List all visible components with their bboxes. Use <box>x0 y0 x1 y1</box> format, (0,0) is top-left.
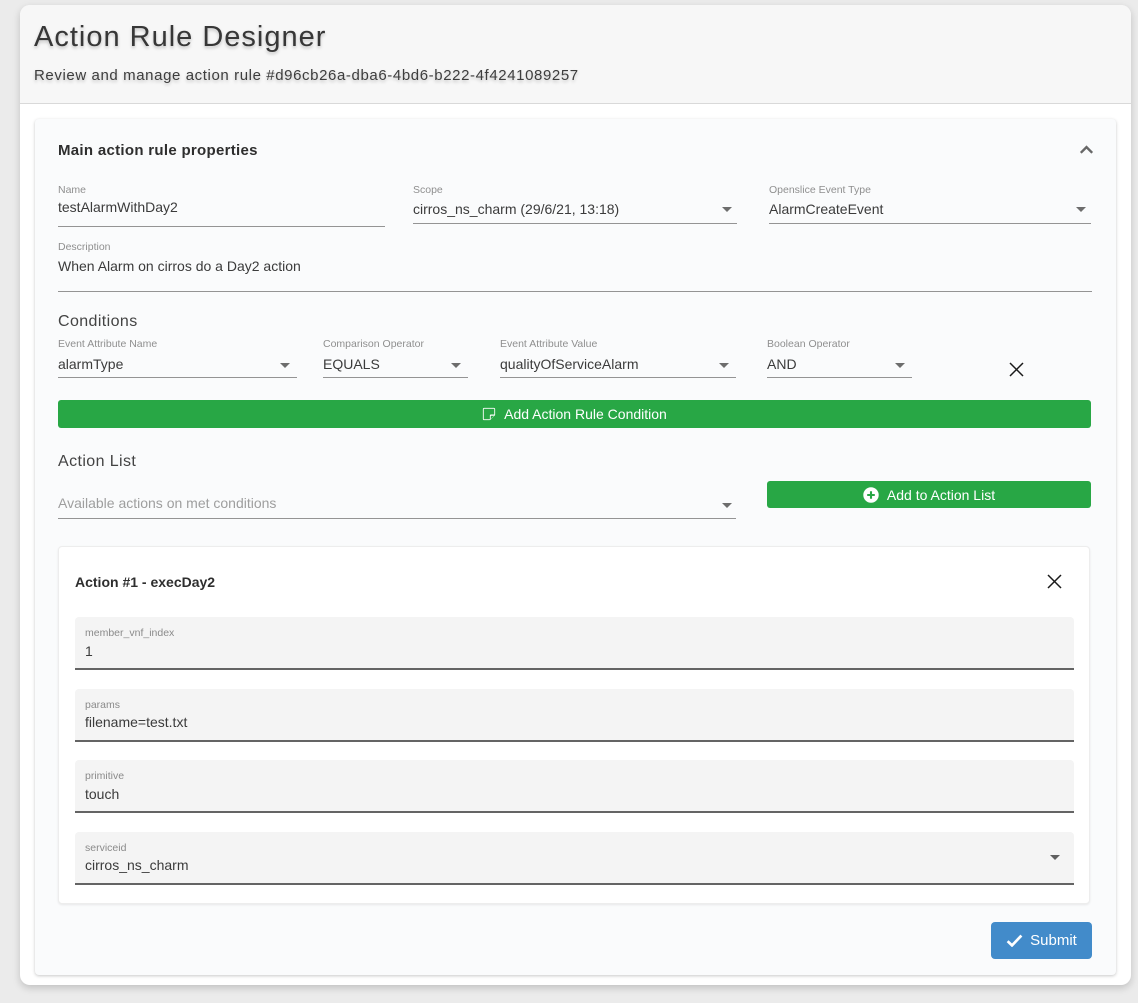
field-underline <box>58 377 297 378</box>
name-field[interactable]: Name testAlarmWithDay2 <box>58 184 385 227</box>
main-properties-card: Main action rule properties Name testAla… <box>35 119 1116 975</box>
member-vnf-index-field[interactable]: member_vnf_index 1 <box>75 617 1074 670</box>
submit-label: Submit <box>1030 932 1077 949</box>
select-arrow-icon <box>895 363 905 368</box>
openslice-event-type-value: AlarmCreateEvent <box>769 201 1091 217</box>
boolean-operator-value: AND <box>767 356 912 372</box>
remove-condition-button[interactable] <box>1009 362 1024 377</box>
event-attribute-value-label: Event Attribute Value <box>500 338 736 350</box>
serviceid-value: cirros_ns_charm <box>85 857 1064 873</box>
openslice-event-type-label: Openslice Event Type <box>769 184 1091 196</box>
action-card-header: Action #1 - execDay2 <box>75 547 1074 590</box>
boolean-operator-label: Boolean Operator <box>767 338 912 350</box>
page-header: Action Rule Designer Review and manage a… <box>20 5 1131 104</box>
select-arrow-icon <box>451 363 461 368</box>
check-icon <box>1006 934 1023 947</box>
serviceid-label: serviceid <box>85 842 1064 854</box>
openslice-event-type-select[interactable]: Openslice Event Type AlarmCreateEvent <box>769 184 1091 224</box>
event-attribute-name-value: alarmType <box>58 356 297 372</box>
scope-label: Scope <box>413 184 737 196</box>
main-card-title: Main action rule properties <box>58 142 258 159</box>
select-arrow-icon <box>722 207 732 212</box>
chevron-up-icon <box>1079 144 1094 155</box>
add-condition-label: Add Action Rule Condition <box>504 406 667 422</box>
action-card: Action #1 - execDay2 member_vnf_index 1 … <box>58 546 1090 904</box>
field-underline <box>323 377 468 378</box>
select-arrow-icon <box>1076 207 1086 212</box>
field-underline <box>500 377 736 378</box>
field-underline <box>58 291 1092 292</box>
comparison-operator-value: EQUALS <box>323 356 468 372</box>
sticky-note-icon <box>482 407 496 421</box>
member-vnf-index-value: 1 <box>85 643 1064 659</box>
params-field[interactable]: params filename=test.txt <box>75 689 1074 742</box>
page-title: Action Rule Designer <box>34 21 1117 54</box>
comparison-operator-label: Comparison Operator <box>323 338 468 350</box>
add-to-action-list-button[interactable]: Add to Action List <box>767 481 1091 508</box>
select-arrow-icon <box>722 503 732 508</box>
available-actions-select[interactable]: Available actions on met conditions <box>58 477 736 519</box>
close-icon <box>1047 574 1062 589</box>
page-panel: Action Rule Designer Review and manage a… <box>20 5 1131 985</box>
conditions-heading: Conditions <box>58 313 1092 331</box>
submit-row: Submit <box>58 922 1092 959</box>
page-body: Main action rule properties Name testAla… <box>20 104 1131 990</box>
main-fields-row: Name testAlarmWithDay2 Scope cirros_ns_c… <box>58 184 1092 227</box>
field-underline <box>413 223 737 224</box>
description-input-value: When Alarm on cirros do a Day2 action <box>58 258 1092 274</box>
action-list-heading: Action List <box>58 453 1092 471</box>
field-underline <box>58 226 385 227</box>
description-label: Description <box>58 241 1092 253</box>
event-attribute-value-select[interactable]: Event Attribute Value qualityOfServiceAl… <box>500 338 736 378</box>
event-attribute-value-value: qualityOfServiceAlarm <box>500 356 736 372</box>
available-actions-placeholder: Available actions on met conditions <box>58 495 736 511</box>
member-vnf-index-label: member_vnf_index <box>85 627 1064 639</box>
condition-row: Event Attribute Name alarmType Compariso… <box>58 338 1092 378</box>
name-label: Name <box>58 184 385 196</box>
primitive-label: primitive <box>85 770 1064 782</box>
serviceid-select[interactable]: serviceid cirros_ns_charm <box>75 832 1074 885</box>
submit-button[interactable]: Submit <box>991 922 1092 959</box>
name-input-value: testAlarmWithDay2 <box>58 199 385 215</box>
page-subtitle: Review and manage action rule #d96cb26a-… <box>34 67 1117 84</box>
primitive-value: touch <box>85 786 1064 802</box>
params-value: filename=test.txt <box>85 714 1064 730</box>
remove-action-button[interactable] <box>1047 574 1062 589</box>
field-underline <box>769 223 1091 224</box>
collapse-button[interactable] <box>1079 143 1094 158</box>
field-underline <box>767 377 912 378</box>
event-attribute-name-label: Event Attribute Name <box>58 338 297 350</box>
select-arrow-icon <box>719 363 729 368</box>
boolean-operator-select[interactable]: Boolean Operator AND <box>767 338 912 378</box>
primitive-field[interactable]: primitive touch <box>75 760 1074 813</box>
select-arrow-icon <box>280 363 290 368</box>
params-label: params <box>85 699 1064 711</box>
action-card-title: Action #1 - execDay2 <box>75 574 215 590</box>
scope-value: cirros_ns_charm (29/6/21, 13:18) <box>413 201 737 217</box>
description-field[interactable]: Description When Alarm on cirros do a Da… <box>58 241 1092 292</box>
action-list-row: Available actions on met conditions Add … <box>58 477 1092 519</box>
main-card-header: Main action rule properties <box>58 119 1092 159</box>
plus-circle-icon <box>863 487 879 503</box>
field-underline <box>58 518 736 519</box>
select-arrow-icon <box>1050 855 1060 860</box>
comparison-operator-select[interactable]: Comparison Operator EQUALS <box>323 338 468 378</box>
event-attribute-name-select[interactable]: Event Attribute Name alarmType <box>58 338 297 378</box>
add-condition-button[interactable]: Add Action Rule Condition <box>58 400 1091 428</box>
close-icon <box>1009 362 1024 377</box>
add-to-action-list-label: Add to Action List <box>887 487 995 503</box>
scope-select[interactable]: Scope cirros_ns_charm (29/6/21, 13:18) <box>413 184 737 224</box>
